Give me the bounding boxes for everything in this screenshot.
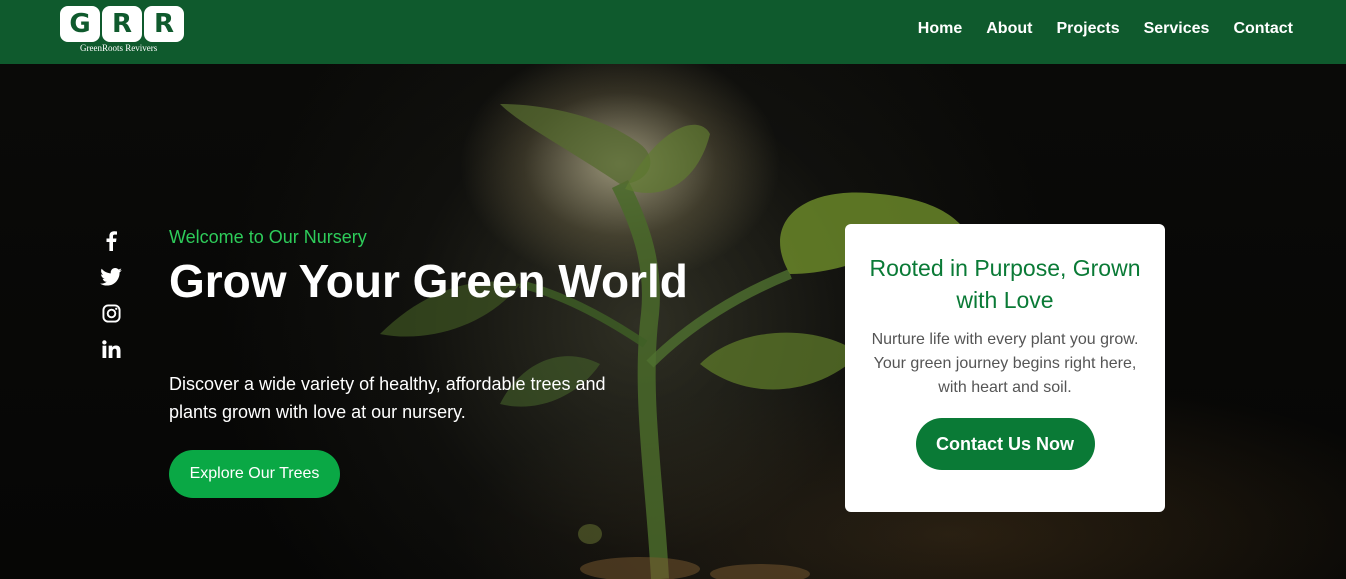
social-links bbox=[100, 230, 122, 374]
hero-title: Grow Your Green World bbox=[169, 255, 688, 307]
logo-subtitle: GreenRoots Revivers bbox=[80, 43, 158, 53]
logo[interactable]: G R R GreenRoots Revivers bbox=[60, 6, 184, 56]
logo-letter: R bbox=[102, 6, 142, 42]
explore-trees-button[interactable]: Explore Our Trees bbox=[169, 450, 340, 498]
logo-letter: R bbox=[144, 6, 184, 42]
nav-contact[interactable]: Contact bbox=[1233, 18, 1293, 40]
hero-eyebrow: Welcome to Our Nursery bbox=[169, 227, 367, 247]
card-text: Nurture life with every plant you grow. … bbox=[871, 331, 1139, 396]
nav-projects[interactable]: Projects bbox=[1056, 18, 1119, 40]
nav-services[interactable]: Services bbox=[1144, 18, 1210, 40]
card-title: Rooted in Purpose, Grown with Love bbox=[869, 255, 1141, 313]
nav-about[interactable]: About bbox=[986, 18, 1032, 40]
logo-letter: G bbox=[60, 6, 100, 42]
nav-home[interactable]: Home bbox=[918, 18, 962, 40]
site-header: G R R GreenRoots Revivers Home About Pro… bbox=[0, 0, 1346, 64]
instagram-icon[interactable] bbox=[100, 302, 122, 324]
contact-card: Rooted in Purpose, Grown with Love Nurtu… bbox=[845, 224, 1165, 512]
twitter-icon[interactable] bbox=[100, 266, 122, 288]
main-nav: Home About Projects Services Contact bbox=[894, 18, 1293, 40]
contact-us-button[interactable]: Contact Us Now bbox=[915, 418, 1095, 470]
facebook-icon[interactable] bbox=[100, 230, 122, 252]
hero-description: Discover a wide variety of healthy, affo… bbox=[169, 374, 606, 422]
linkedin-icon[interactable] bbox=[100, 338, 122, 360]
hero-section: Welcome to Our Nursery Grow Your Green W… bbox=[0, 64, 1346, 579]
